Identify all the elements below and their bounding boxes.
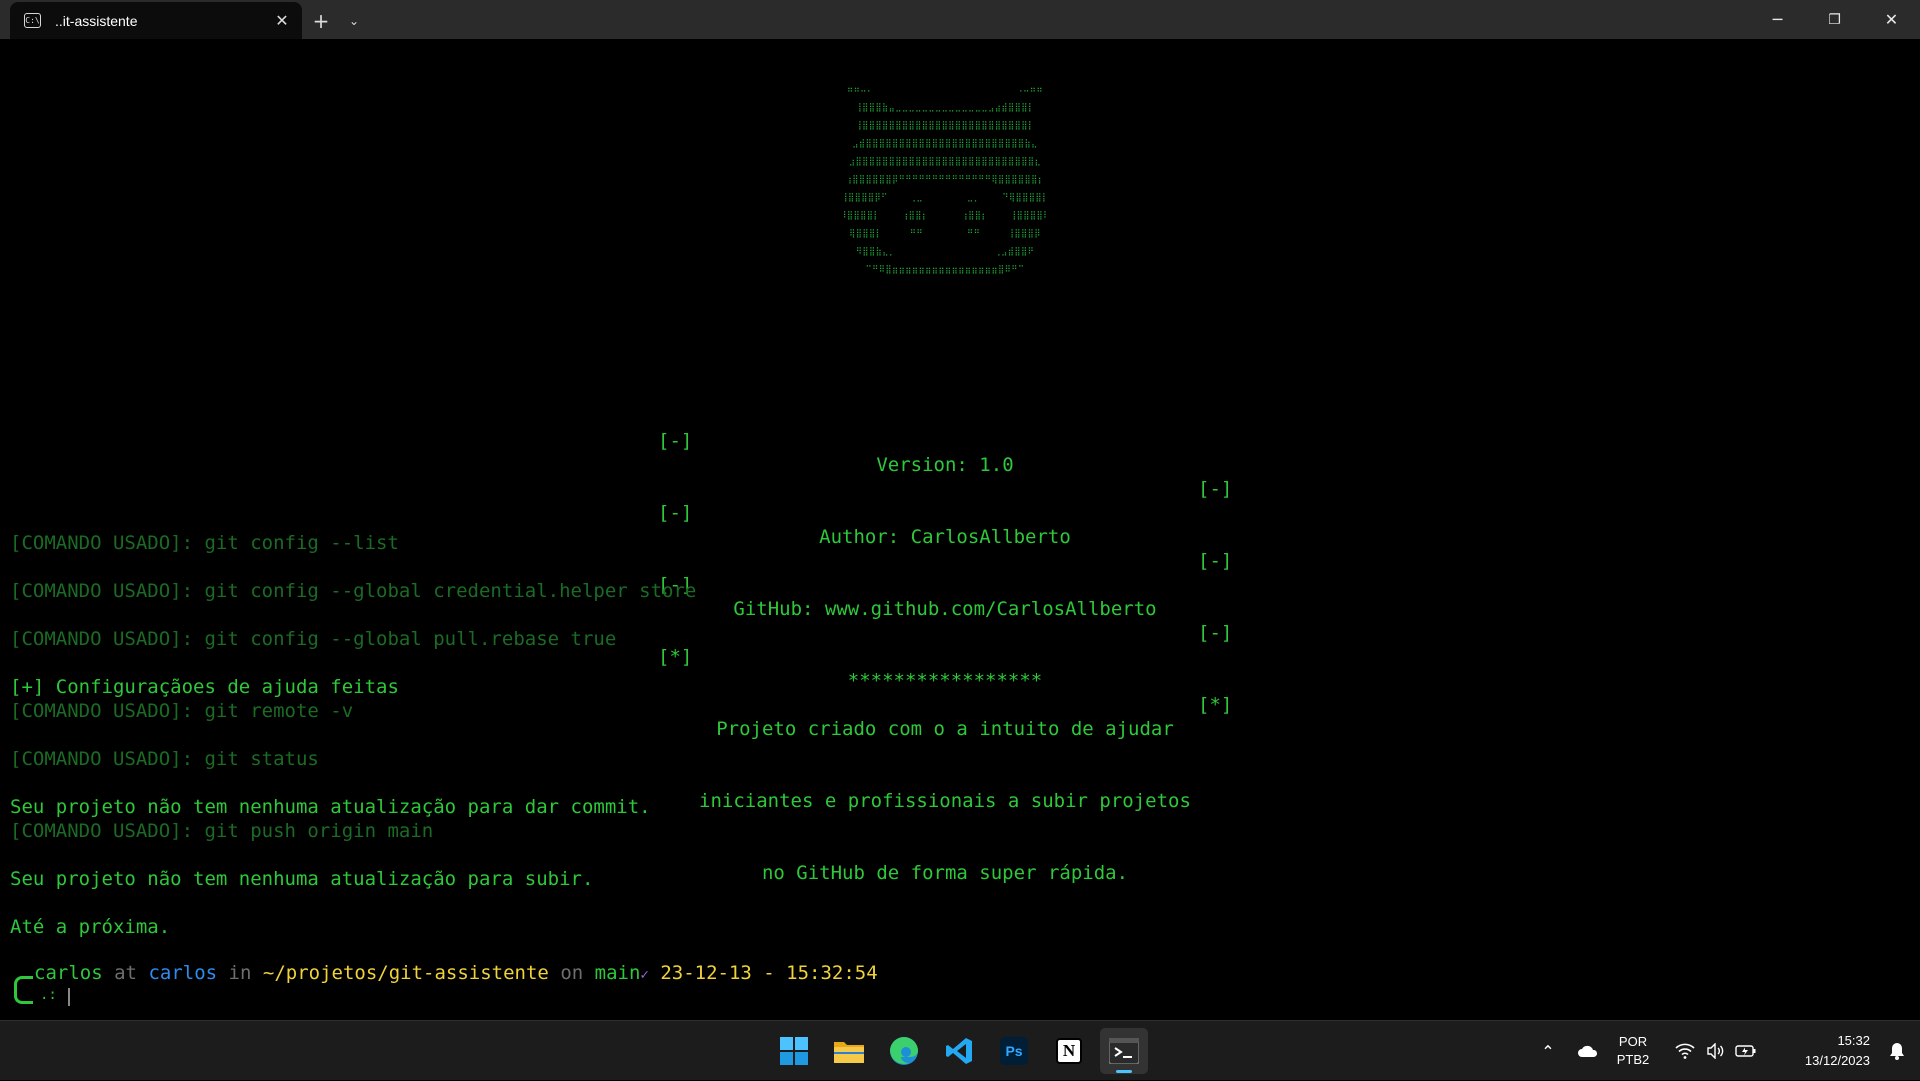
- cloud-icon[interactable]: [1568, 1044, 1608, 1058]
- banner-row-version: [-] Version: 1.0 [-]: [0, 405, 1890, 500]
- plus-icon[interactable]: +: [302, 2, 340, 39]
- taskbar: Ps N ⌃ POR PTB2 15:32 13/12/2023: [0, 1020, 1920, 1080]
- notification-bell-icon[interactable]: [1882, 1042, 1912, 1060]
- photoshop-label: Ps: [1000, 1037, 1028, 1065]
- prompt-host: carlos: [148, 962, 218, 984]
- system-tray: ⌃ POR PTB2 15:32 13/12/2023: [1528, 1021, 1920, 1081]
- notion-label: N: [1056, 1038, 1082, 1064]
- minimize-button[interactable]: ─: [1749, 0, 1806, 39]
- close-button[interactable]: ✕: [1863, 0, 1920, 39]
- log-line: Até a próxima.: [10, 916, 171, 938]
- chevron-up-icon[interactable]: ⌃: [1528, 1042, 1568, 1061]
- log-line: [COMANDO USADO]: git config --list: [10, 532, 399, 554]
- log-line: Seu projeto não tem nenhuma atualização …: [10, 868, 594, 890]
- prompt-line: carlos at carlos in ~/projetos/git-assis…: [10, 961, 878, 987]
- banner-row-author: [-] Author: CarlosAllberto [-]: [0, 477, 1890, 572]
- tab-title: ..it-assistente: [55, 12, 138, 29]
- keyboard-layout: PTB2: [1616, 1052, 1650, 1067]
- prompt-path: ~/projetos/git-assistente: [262, 962, 549, 984]
- vscode-icon[interactable]: [935, 1028, 983, 1074]
- text-cursor[interactable]: [68, 988, 70, 1006]
- prompt-at: at: [114, 962, 137, 984]
- close-tab-icon[interactable]: ✕: [268, 7, 296, 35]
- log-line: [COMANDO USADO]: git config --global cre…: [10, 580, 697, 602]
- photoshop-icon[interactable]: Ps: [990, 1028, 1038, 1074]
- prompt-timestamp: 23-12-13 - 15:32:54: [660, 962, 878, 984]
- language-code: POR: [1618, 1034, 1648, 1049]
- log-line: [COMANDO USADO]: git remote -v: [10, 700, 354, 722]
- log-line: Seu projeto não tem nenhuma atualização …: [10, 796, 651, 818]
- clock-date: 13/12/2023: [1804, 1053, 1870, 1068]
- prompt-symbol: .:: [40, 987, 57, 1003]
- folder-icon[interactable]: [825, 1028, 873, 1074]
- restore-button[interactable]: ❐: [1806, 0, 1863, 39]
- log-line: [COMANDO USADO]: git status: [10, 748, 319, 770]
- log-line: [COMANDO USADO]: git config --global pul…: [10, 628, 617, 650]
- terminal-icon[interactable]: [1100, 1028, 1148, 1074]
- volume-icon[interactable]: [1700, 1043, 1730, 1059]
- edge-icon[interactable]: [880, 1028, 928, 1074]
- taskbar-apps: Ps N: [770, 1028, 1148, 1074]
- terminal-pane[interactable]: ⠶⠶⠤⠄ ⠠⠤⠶⠶ ⢸⣿⣿⣿⣷⣤⣀⣀⣀⣀⣀⣀⣀⣀⣀⣀⣀⣀⣀⣀⣠⣴⣾⣿⣿⣿⡇ ⢸⣿…: [0, 39, 1920, 1020]
- title-bar: C:\ ..it-assistente ✕ + ⌄ ─ ❐ ✕: [0, 0, 1920, 39]
- prompt-branch: main: [594, 962, 641, 984]
- check-icon: ✓: [640, 967, 649, 983]
- clock[interactable]: 15:32 13/12/2023: [1780, 1031, 1870, 1071]
- language-indicator[interactable]: POR PTB2: [1608, 1033, 1658, 1069]
- terminal-tab-icon: C:\: [24, 13, 41, 28]
- prompt-on: on: [560, 962, 584, 984]
- version-text: Version: 1.0: [876, 454, 1014, 476]
- log-line: [+] Configuraçãoes de ajuda feitas: [10, 676, 399, 698]
- command-log: [COMANDO USADO]: git config --list [COMAN…: [10, 531, 1910, 939]
- chevron-down-icon[interactable]: ⌄: [340, 2, 368, 39]
- prompt-user: carlos: [34, 962, 103, 984]
- window-controls: ─ ❐ ✕: [1749, 0, 1920, 39]
- bracket-left: [-]: [658, 430, 693, 452]
- bracket-left: [-]: [658, 502, 693, 524]
- log-line: [COMANDO USADO]: git push origin main: [10, 820, 434, 842]
- tab-terminal[interactable]: C:\ ..it-assistente ✕: [10, 2, 302, 39]
- battery-icon[interactable]: [1730, 1044, 1762, 1058]
- wifi-icon[interactable]: [1670, 1043, 1700, 1059]
- clock-time: 15:32: [1837, 1033, 1870, 1048]
- windows-logo-icon[interactable]: [770, 1028, 818, 1074]
- prompt-in: in: [228, 962, 252, 984]
- notion-icon[interactable]: N: [1045, 1028, 1093, 1074]
- ascii-logo: ⠶⠶⠤⠄ ⠠⠤⠶⠶ ⢸⣿⣿⣿⣷⣤⣀⣀⣀⣀⣀⣀⣀⣀⣀⣀⣀⣀⣀⣀⣠⣴⣾⣿⣿⣿⡇ ⢸⣿…: [840, 85, 1050, 275]
